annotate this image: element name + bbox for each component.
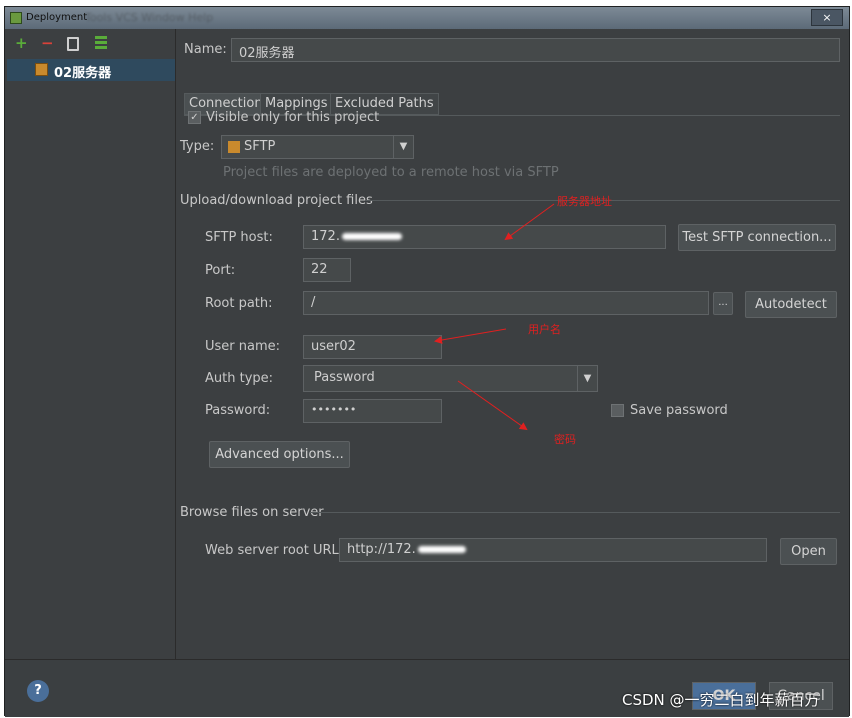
username-arrow <box>434 328 507 344</box>
name-field[interactable]: 02服务器 <box>231 38 840 62</box>
visible-only-label: Visible only for this project <box>206 110 380 125</box>
redacted-url <box>417 546 466 553</box>
chevron-down-icon[interactable]: ▼ <box>577 366 597 391</box>
auth-type-label: Auth type: <box>205 371 274 386</box>
visible-only-checkbox[interactable]: ✓ <box>188 111 201 124</box>
root-path-label: Root path: <box>205 296 273 311</box>
background-menu-ghost: Tools VCS Window Help <box>85 11 214 24</box>
browse-root-path-button[interactable]: ... <box>713 292 733 315</box>
server-config-panel: Name: 02服务器 Connection Mappings Excluded… <box>176 29 849 659</box>
title-bar: Deployment Tools VCS Window Help × <box>5 7 849 29</box>
csdn-watermark: CSDN @一穷二白到年薪百万 <box>622 691 820 709</box>
type-label: Type: <box>180 139 215 154</box>
browse-section-divider <box>310 512 840 513</box>
add-server-icon[interactable]: + <box>15 35 28 51</box>
auth-type-value: Password <box>314 370 375 385</box>
port-field[interactable]: 22 <box>303 258 351 282</box>
set-default-server-icon[interactable] <box>95 36 107 51</box>
test-sftp-connection-button[interactable]: Test SFTP connection... <box>678 224 836 251</box>
sftp-host-field[interactable]: 172. <box>303 225 666 249</box>
window-title: Deployment <box>26 12 88 23</box>
server-list-item-label: 02服务器 <box>54 66 112 81</box>
remove-server-icon[interactable]: − <box>41 35 54 51</box>
redacted-host <box>341 233 402 240</box>
server-list-item[interactable]: 02服务器 <box>7 59 175 81</box>
server-address-annotation: 服务器地址 <box>557 195 612 208</box>
web-root-url-label: Web server root URL: <box>205 543 344 558</box>
copy-server-icon[interactable] <box>67 37 79 51</box>
help-icon[interactable]: ? <box>27 680 49 702</box>
advanced-options-button[interactable]: Advanced options... <box>209 441 350 468</box>
open-button[interactable]: Open <box>780 538 837 565</box>
password-annotation: 密码 <box>554 433 576 446</box>
web-root-url-value: http://172. <box>347 542 416 557</box>
sftp-server-icon <box>35 63 48 76</box>
sftp-type-icon <box>228 141 240 153</box>
server-list-panel: + − 02服务器 <box>5 29 176 659</box>
app-icon <box>10 12 22 24</box>
type-hint: Project files are deployed to a remote h… <box>223 165 559 180</box>
chevron-down-icon[interactable]: ▼ <box>393 136 413 158</box>
username-annotation: 用户名 <box>528 323 561 336</box>
auth-type-select[interactable]: Password ▼ <box>303 365 598 392</box>
user-name-field[interactable]: user02 <box>303 335 442 359</box>
port-label: Port: <box>205 263 236 278</box>
sftp-host-value: 172. <box>311 229 340 244</box>
save-password-label: Save password <box>630 403 728 418</box>
root-path-field[interactable]: / <box>303 291 709 315</box>
name-label: Name: <box>184 42 227 57</box>
web-root-url-field[interactable]: http://172. <box>339 538 767 562</box>
sftp-host-label: SFTP host: <box>205 230 273 245</box>
deployment-dialog: Deployment Tools VCS Window Help × + − 0… <box>4 6 850 717</box>
close-button[interactable]: × <box>811 9 843 26</box>
type-select-value: SFTP <box>244 139 276 154</box>
user-name-label: User name: <box>205 339 281 354</box>
type-select[interactable]: SFTP ▼ <box>221 135 414 159</box>
password-label: Password: <box>205 403 271 418</box>
browse-section-title: Browse files on server <box>180 505 324 520</box>
autodetect-button[interactable]: Autodetect <box>745 291 837 318</box>
upload-section-title: Upload/download project files <box>180 193 373 208</box>
password-field[interactable]: ••••••• <box>303 399 442 423</box>
save-password-checkbox[interactable] <box>611 404 624 417</box>
